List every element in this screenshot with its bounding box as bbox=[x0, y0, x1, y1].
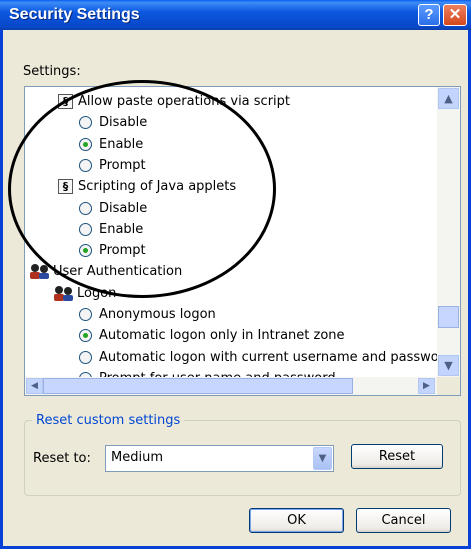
horizontal-scrollbar[interactable]: ◀ ▶ bbox=[25, 377, 437, 395]
radio-icon[interactable] bbox=[79, 158, 92, 172]
tree-item-label: Allow paste operations via script bbox=[78, 94, 291, 109]
radio-checked-icon[interactable] bbox=[79, 137, 92, 151]
cancel-button[interactable]: Cancel bbox=[356, 508, 451, 533]
script-settings-icon: § bbox=[58, 94, 73, 109]
reset-button[interactable]: Reset bbox=[351, 444, 443, 469]
reset-to-select[interactable]: Medium ▼ bbox=[105, 445, 334, 472]
reset-to-value: Medium bbox=[111, 450, 163, 465]
tree-item-label: Enable bbox=[99, 221, 144, 237]
radio-checked-icon[interactable] bbox=[79, 244, 92, 258]
scroll-down-button[interactable]: ▼ bbox=[438, 355, 459, 376]
tree-item-label: Enable bbox=[99, 136, 144, 152]
radio-checked-icon[interactable] bbox=[79, 329, 92, 343]
help-button[interactable]: ? bbox=[418, 4, 440, 26]
scrollbar-corner bbox=[437, 377, 460, 395]
tree-item-label: User Authentication bbox=[53, 264, 183, 280]
horizontal-scroll-thumb[interactable] bbox=[43, 378, 353, 394]
tree-item-label: Automatic logon only in Intranet zone bbox=[99, 328, 345, 344]
ok-button[interactable]: OK bbox=[249, 508, 344, 533]
settings-label: Settings: bbox=[23, 64, 81, 79]
scroll-right-button[interactable]: ▶ bbox=[418, 378, 435, 394]
window-title: Security Settings bbox=[9, 6, 140, 23]
settings-tree[interactable]: § Allow paste operations via script Disabl… bbox=[24, 86, 461, 396]
reset-to-label: Reset to: bbox=[33, 451, 91, 466]
tree-item-label: Anonymous logon bbox=[99, 307, 216, 322]
vertical-scroll-thumb[interactable] bbox=[438, 306, 459, 329]
tree-item-label: Disable bbox=[99, 200, 148, 216]
group-legend: Reset custom settings bbox=[32, 413, 185, 428]
close-button[interactable]: ✕ bbox=[443, 4, 467, 26]
title-bar[interactable]: Security Settings ? ✕ bbox=[0, 0, 471, 30]
radio-icon[interactable] bbox=[79, 350, 92, 364]
scroll-left-button[interactable]: ◀ bbox=[26, 378, 43, 394]
script-settings-icon: § bbox=[58, 179, 73, 195]
radio-icon[interactable] bbox=[79, 116, 92, 130]
tree-item-label: Disable bbox=[99, 115, 148, 131]
scroll-up-button[interactable]: ▲ bbox=[438, 88, 459, 109]
radio-icon[interactable] bbox=[79, 308, 92, 321]
users-icon bbox=[54, 285, 73, 301]
tree-item-label: Scripting of Java applets bbox=[78, 179, 237, 195]
tree-item-label: Logon bbox=[77, 285, 117, 301]
tree-item-label: Prompt bbox=[99, 243, 146, 259]
vertical-scrollbar[interactable]: ▲ ▼ bbox=[437, 87, 460, 377]
radio-icon[interactable] bbox=[79, 222, 92, 236]
users-icon bbox=[30, 264, 49, 280]
radio-icon[interactable] bbox=[79, 201, 92, 215]
chevron-down-icon[interactable]: ▼ bbox=[313, 447, 332, 470]
tree-item-label: Prompt bbox=[99, 157, 146, 173]
tree-item-label: Automatic logon with current username an… bbox=[99, 349, 439, 365]
